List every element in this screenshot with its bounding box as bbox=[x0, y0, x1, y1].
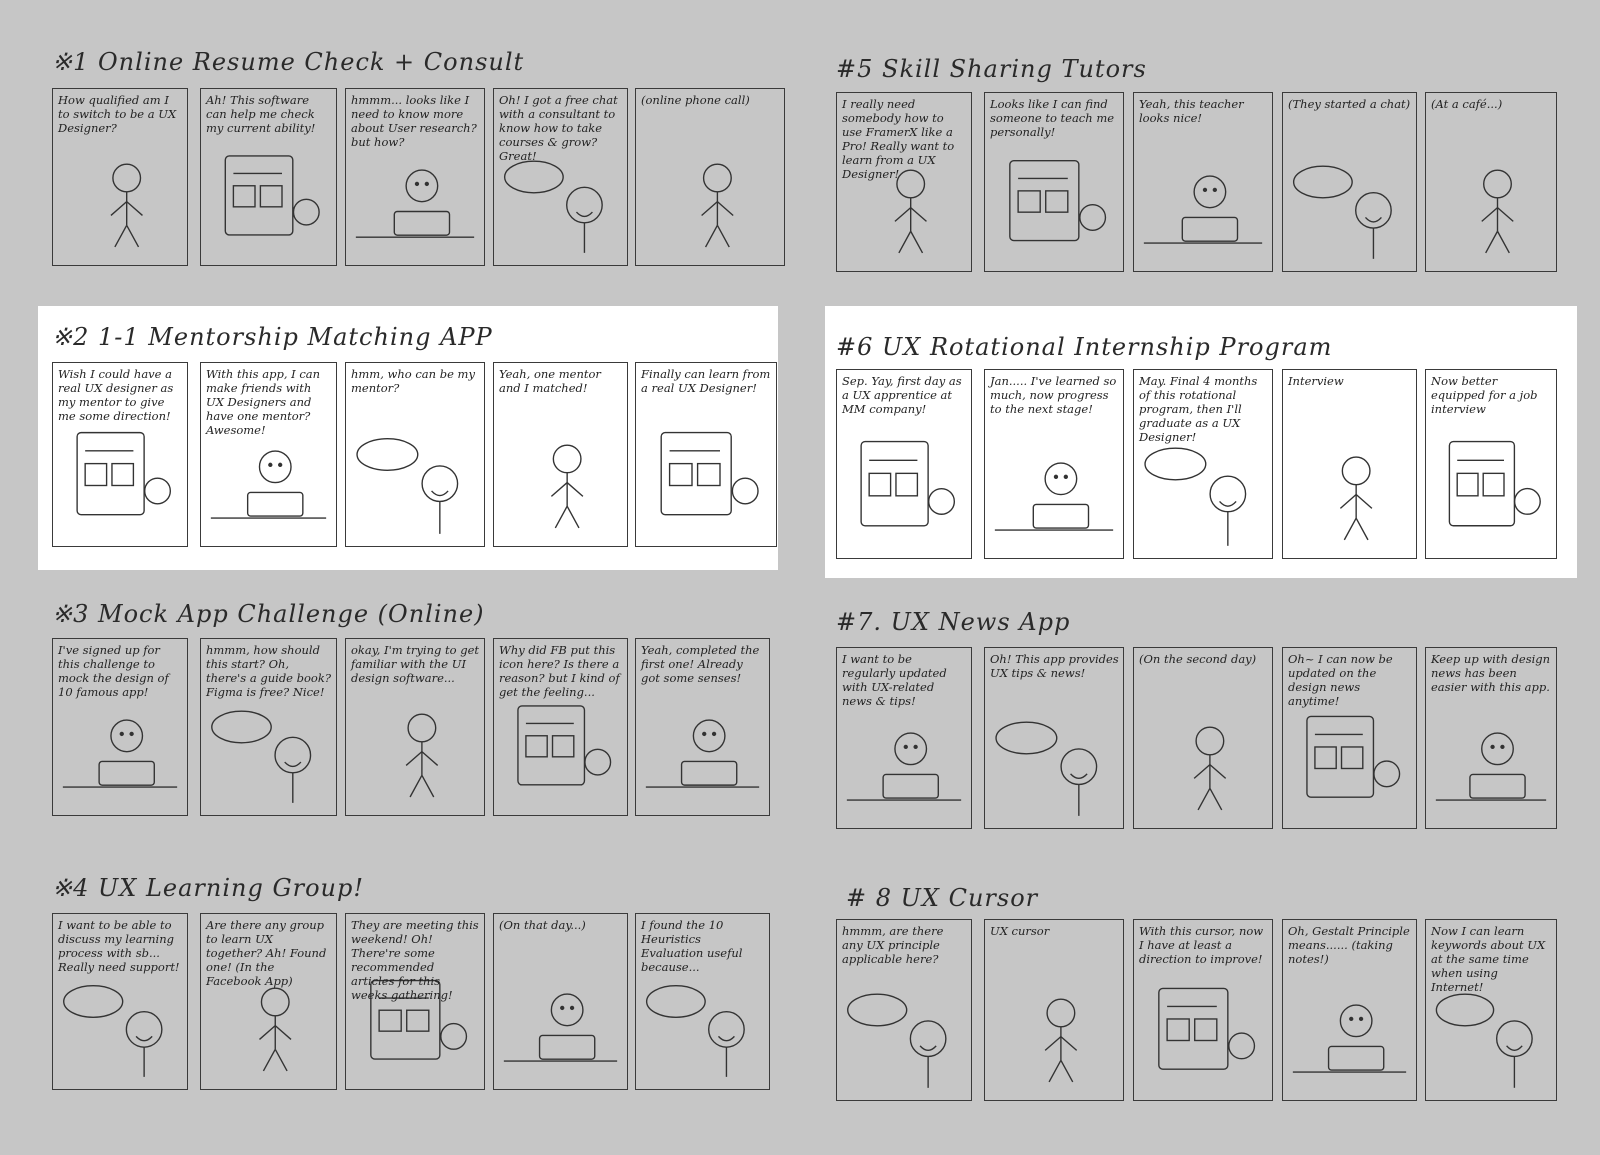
storyboard-2-panel-5: Finally can learn from a real UX Designe… bbox=[635, 362, 777, 547]
storyboard-5-panel-2: Looks like I can find someone to teach m… bbox=[984, 92, 1124, 272]
panel-caption: Wish I could have a real UX designer as … bbox=[58, 367, 174, 423]
panel-caption: hmm, who can be my mentor? bbox=[351, 367, 475, 395]
panel-caption: (On that day...) bbox=[499, 918, 586, 932]
storyboard-7-panel-3: (On the second day) bbox=[1133, 647, 1273, 829]
storyboard-6-panel-2: Jan..... I've learned so much, now progr… bbox=[984, 369, 1124, 559]
storyboard-title-4: ※4 UX Learning Group! bbox=[52, 874, 365, 902]
storyboard-2-panel-2: With this app, I can make friends with U… bbox=[200, 362, 337, 547]
panel-caption: (They started a chat) bbox=[1288, 97, 1411, 111]
storyboard-6-panel-4: Interview bbox=[1282, 369, 1417, 559]
panel-caption: Now I can learn keywords about UX at the… bbox=[1431, 924, 1546, 994]
panel-sketch bbox=[1193, 726, 1227, 811]
panel-caption: Yeah, one mentor and I matched! bbox=[499, 367, 601, 395]
panel-caption: UX cursor bbox=[990, 924, 1050, 938]
storyboard-1-panel-2: Ah! This software can help me check my c… bbox=[200, 88, 337, 266]
panel-sketch bbox=[1292, 165, 1392, 259]
storyboard-6-panel-1: Sep. Yay, first day as a UX apprentice a… bbox=[836, 369, 972, 559]
panel-caption: hmmm, how should this start? Oh, there's… bbox=[206, 643, 331, 699]
panel-sketch bbox=[1044, 998, 1078, 1083]
storyboard-1-panel-5: (online phone call) bbox=[635, 88, 785, 266]
panel-caption: Looks like I can find someone to teach m… bbox=[990, 97, 1115, 139]
storyboard-5-panel-5: (At a café...) bbox=[1425, 92, 1557, 272]
storyboard-1-panel-3: hmmm... looks like I need to know more a… bbox=[345, 88, 485, 266]
storyboard-title-8: # 8 UX Cursor bbox=[846, 884, 1039, 912]
panel-caption: (On the second day) bbox=[1139, 652, 1257, 666]
storyboard-1-panel-1: How qualified am I to switch to be a UX … bbox=[52, 88, 188, 266]
storyboard-8-panel-4: Oh, Gestalt Principle means...... (takin… bbox=[1282, 919, 1417, 1101]
storyboard-4-panel-2: Are there any group to learn UX together… bbox=[200, 913, 337, 1090]
panel-caption: I've signed up for this challenge to moc… bbox=[58, 643, 169, 699]
panel-caption: Keep up with design news has been easier… bbox=[1431, 652, 1551, 694]
panel-caption: okay, I'm trying to get familiar with th… bbox=[351, 643, 479, 685]
panel-caption: Oh, Gestalt Principle means...... (takin… bbox=[1288, 924, 1410, 966]
panel-caption: I want to be regularly updated with UX-r… bbox=[842, 652, 947, 708]
storyboard-4-panel-3: They are meeting this weekend! Oh! There… bbox=[345, 913, 485, 1090]
storyboard-title-5: #5 Skill Sharing Tutors bbox=[836, 55, 1147, 83]
panel-caption: I found the 10 Heuristics Evaluation use… bbox=[641, 918, 743, 974]
storyboard-3-panel-4: Why did FB put this icon here? Is there … bbox=[493, 638, 628, 816]
panel-caption: Sep. Yay, first day as a UX apprentice a… bbox=[842, 374, 962, 416]
storyboard-8-panel-3: With this cursor, now I have at least a … bbox=[1133, 919, 1273, 1101]
storyboard-2-panel-1: Wish I could have a real UX designer as … bbox=[52, 362, 188, 547]
panel-caption: I want to be able to discuss my learning… bbox=[58, 918, 180, 974]
panel-caption: hmmm, are there any UX principle applica… bbox=[842, 924, 944, 966]
storyboard-title-6: #6 UX Rotational Internship Program bbox=[836, 333, 1333, 361]
panel-caption: Yeah, completed the first one! Already g… bbox=[641, 643, 760, 685]
storyboard-8-panel-2: UX cursor bbox=[984, 919, 1124, 1101]
panel-caption: How qualified am I to switch to be a UX … bbox=[58, 93, 177, 135]
storyboard-5-panel-3: Yeah, this teacher looks nice! bbox=[1133, 92, 1273, 272]
storyboard-7-panel-2: Oh! This app provides UX tips & news! bbox=[984, 647, 1124, 829]
panel-caption: Are there any group to learn UX together… bbox=[206, 918, 327, 988]
storyboard-title-2: ※2 1-1 Mentorship Matching APP bbox=[52, 323, 493, 351]
storyboard-3-panel-3: okay, I'm trying to get familiar with th… bbox=[345, 638, 485, 816]
storyboard-3-panel-2: hmmm, how should this start? Oh, there's… bbox=[200, 638, 337, 816]
storyboard-4-panel-5: I found the 10 Heuristics Evaluation use… bbox=[635, 913, 770, 1090]
panel-caption: Oh! I got a free chat with a consultant … bbox=[499, 93, 618, 163]
panel-caption: hmmm... looks like I need to know more a… bbox=[351, 93, 477, 149]
storyboard-6-panel-5: Now better equipped for a job interview bbox=[1425, 369, 1557, 559]
storyboard-8-panel-5: Now I can learn keywords about UX at the… bbox=[1425, 919, 1557, 1101]
panel-caption: (At a café...) bbox=[1431, 97, 1503, 111]
panel-caption: May. Final 4 months of this rotational p… bbox=[1139, 374, 1258, 444]
storyboard-8-panel-1: hmmm, are there any UX principle applica… bbox=[836, 919, 972, 1101]
panel-caption: Interview bbox=[1288, 374, 1344, 388]
panel-caption: With this cursor, now I have at least a … bbox=[1139, 924, 1264, 966]
storyboard-title-1: ※1 Online Resume Check + Consult bbox=[52, 48, 525, 76]
panel-caption: Oh~ I can now be updated on the design n… bbox=[1288, 652, 1393, 708]
panel-sketch bbox=[503, 993, 618, 1062]
storyboard-2-panel-3: hmm, who can be my mentor? bbox=[345, 362, 485, 547]
storyboard-7-panel-1: I want to be regularly updated with UX-r… bbox=[836, 647, 972, 829]
storyboard-7-panel-5: Keep up with design news has been easier… bbox=[1425, 647, 1557, 829]
storyboard-1-panel-4: Oh! I got a free chat with a consultant … bbox=[493, 88, 628, 266]
panel-caption: With this app, I can make friends with U… bbox=[206, 367, 321, 437]
storyboard-6-panel-3: May. Final 4 months of this rotational p… bbox=[1133, 369, 1273, 559]
storyboard-3-panel-1: I've signed up for this challenge to moc… bbox=[52, 638, 188, 816]
panel-sketch bbox=[1481, 169, 1514, 254]
storyboard-title-3: ※3 Mock App Challenge (Online) bbox=[52, 600, 485, 628]
storyboard-7-panel-4: Oh~ I can now be updated on the design n… bbox=[1282, 647, 1417, 829]
storyboard-5-panel-4: (They started a chat) bbox=[1282, 92, 1417, 272]
storyboard-2-panel-4: Yeah, one mentor and I matched! bbox=[493, 362, 628, 547]
panel-caption: Yeah, this teacher looks nice! bbox=[1139, 97, 1244, 125]
panel-caption: (online phone call) bbox=[641, 93, 750, 107]
storyboard-3-panel-5: Yeah, completed the first one! Already g… bbox=[635, 638, 770, 816]
storyboard-title-7: #7. UX News App bbox=[836, 608, 1071, 636]
storyboard-4-panel-4: (On that day...) bbox=[493, 913, 628, 1090]
panel-sketch bbox=[701, 163, 734, 248]
storyboard-4-panel-1: I want to be able to discuss my learning… bbox=[52, 913, 188, 1090]
panel-caption: Oh! This app provides UX tips & news! bbox=[990, 652, 1119, 680]
panel-caption: They are meeting this weekend! Oh! There… bbox=[351, 918, 479, 1002]
panel-sketch bbox=[1339, 456, 1373, 541]
panel-caption: Now better equipped for a job interview bbox=[1431, 374, 1538, 416]
panel-caption: Finally can learn from a real UX Designe… bbox=[641, 367, 771, 395]
panel-caption: Why did FB put this icon here? Is there … bbox=[499, 643, 620, 699]
panel-caption: Jan..... I've learned so much, now progr… bbox=[990, 374, 1117, 416]
panel-caption: I really need somebody how to use Framer… bbox=[842, 97, 955, 181]
storyboard-5-panel-1: I really need somebody how to use Framer… bbox=[836, 92, 972, 272]
panel-caption: Ah! This software can help me check my c… bbox=[206, 93, 316, 135]
